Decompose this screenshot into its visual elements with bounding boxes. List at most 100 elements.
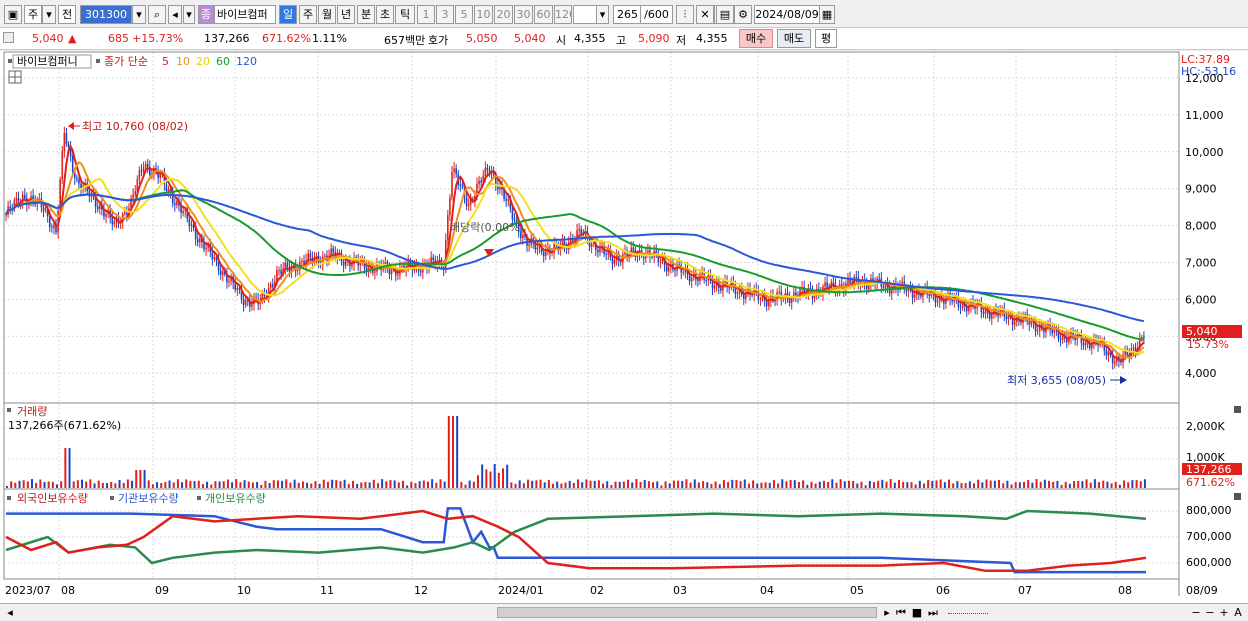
volume-bar — [468, 480, 471, 488]
volume-bar — [935, 480, 938, 488]
candle-body — [580, 229, 583, 235]
candle-body — [42, 207, 45, 211]
calendar-icon[interactable]: ▦ — [819, 5, 835, 24]
rewind-icon[interactable]: ⏮ — [894, 605, 908, 620]
scroll-right-icon[interactable]: ▸ — [880, 605, 894, 620]
volume-bar — [385, 481, 388, 488]
candle-body — [278, 270, 280, 272]
candle-body — [1013, 322, 1016, 325]
count-input[interactable]: 265 — [613, 5, 641, 24]
interval-30[interactable]: 30 — [514, 5, 533, 24]
volume-bar — [206, 481, 209, 488]
volume-bar — [677, 480, 680, 488]
interval-60[interactable]: 60 — [534, 5, 553, 24]
chart-canvas[interactable]: 바이브컴퍼니 종가 단순 5 10 20 60 120 LC:37.89 HC:… — [0, 51, 1248, 603]
period-second[interactable]: 초 — [376, 5, 394, 24]
candle-body — [1132, 347, 1135, 350]
interval-dropdown-icon[interactable]: ▾ — [596, 5, 609, 24]
period-minute[interactable]: 분 — [357, 5, 375, 24]
buy-button[interactable]: 매수 — [739, 29, 773, 48]
interval-3[interactable]: 3 — [436, 5, 454, 24]
speed-slider[interactable] — [948, 613, 988, 615]
prev-button[interactable]: 전 — [58, 5, 76, 24]
window-icon[interactable]: ▣ — [4, 5, 22, 24]
volume-bar — [881, 479, 884, 488]
market-dropdown-icon[interactable]: ▾ — [42, 5, 56, 24]
period-day[interactable]: 일 — [279, 5, 297, 24]
zoom-reset-icon[interactable]: − — [1204, 605, 1216, 620]
date-input[interactable]: 2024/08/09 — [754, 5, 820, 24]
code-dropdown-icon[interactable]: ▾ — [132, 5, 146, 24]
interval-120[interactable]: 120 — [554, 5, 572, 24]
save-icon[interactable]: ▤ — [716, 5, 734, 24]
prev-stock-icon[interactable]: ◂ — [168, 5, 182, 24]
scrollbar-thumb[interactable] — [497, 607, 877, 618]
interval-10[interactable]: 10 — [474, 5, 493, 24]
candle-body — [878, 278, 881, 280]
volume-bar — [948, 479, 951, 488]
volume-bar — [89, 479, 92, 488]
price-tick: 12,000 — [1185, 72, 1224, 85]
stock-type-badge: 종 — [198, 5, 214, 24]
candle-body — [480, 180, 482, 183]
stop-icon[interactable]: ■ — [910, 605, 924, 620]
holdings-pane-close-icon[interactable] — [1234, 493, 1241, 500]
volume-bar — [564, 482, 567, 488]
candle-body — [882, 286, 885, 288]
volume-bar — [731, 479, 734, 488]
volume-bar — [160, 483, 163, 488]
interval-5[interactable]: 5 — [455, 5, 473, 24]
candle-body — [401, 265, 403, 267]
volume-bar — [1018, 482, 1021, 488]
volume-bar — [106, 483, 109, 488]
fast-forward-icon[interactable]: ⏭ — [926, 605, 940, 620]
interval-20[interactable]: 20 — [494, 5, 513, 24]
volume-pane-close-icon[interactable] — [1234, 406, 1241, 413]
period-month[interactable]: 월 — [318, 5, 336, 24]
volume-bar — [489, 471, 492, 488]
period-week[interactable]: 주 — [299, 5, 317, 24]
volume-bar — [902, 481, 905, 488]
auto-scale-icon[interactable]: A — [1232, 605, 1244, 620]
crosshair-icon[interactable]: ✕ — [696, 5, 714, 24]
zoom-out-icon[interactable]: − — [1190, 605, 1202, 620]
period-tick[interactable]: 틱 — [395, 5, 415, 24]
candle-body — [213, 257, 216, 260]
volume-bar — [93, 483, 96, 488]
volume-bar — [285, 479, 288, 488]
sell-button[interactable]: 매도 — [777, 29, 811, 48]
volume-bar — [56, 484, 59, 488]
volume-bar — [477, 475, 480, 488]
stock-dropdown-icon[interactable]: ▾ — [183, 5, 195, 24]
legend-institution: 기관보유수량 — [118, 492, 179, 505]
volume-bar — [335, 480, 338, 488]
expand-icon[interactable] — [3, 32, 14, 43]
x-axis-label: 03 — [673, 584, 687, 597]
chart-type-icon[interactable]: ⫶ — [676, 5, 694, 24]
search-icon[interactable]: ⌕ — [148, 5, 166, 24]
volume-bar — [101, 482, 104, 488]
volume-bar — [973, 483, 976, 488]
volume-bar — [218, 481, 221, 488]
period-year[interactable]: 년 — [337, 5, 355, 24]
volume-bar — [322, 479, 325, 488]
zoom-in-icon[interactable]: + — [1218, 605, 1230, 620]
market-select[interactable]: 주 — [24, 5, 42, 24]
legend-marker-icon — [8, 59, 12, 63]
open-label: 시 — [556, 34, 567, 47]
volume-bar — [343, 479, 346, 488]
interval-1[interactable]: 1 — [417, 5, 435, 24]
volume-bar — [368, 482, 371, 488]
scroll-left-icon[interactable]: ◂ — [3, 605, 17, 620]
volume-bar — [952, 483, 955, 488]
settings-icon[interactable]: ⚙ — [734, 5, 752, 24]
volume-bar — [585, 479, 588, 488]
legend-marker-icon — [7, 408, 11, 412]
eval-button[interactable]: 평 — [815, 29, 837, 48]
chart-area[interactable]: 바이브컴퍼니 종가 단순 5 10 20 60 120 LC:37.89 HC:… — [0, 51, 1248, 603]
volume-bar — [960, 483, 963, 488]
volume-bar — [643, 479, 646, 488]
code-input[interactable]: 301300 — [80, 5, 132, 24]
volume-bar — [272, 480, 275, 488]
candle-body — [419, 270, 422, 273]
